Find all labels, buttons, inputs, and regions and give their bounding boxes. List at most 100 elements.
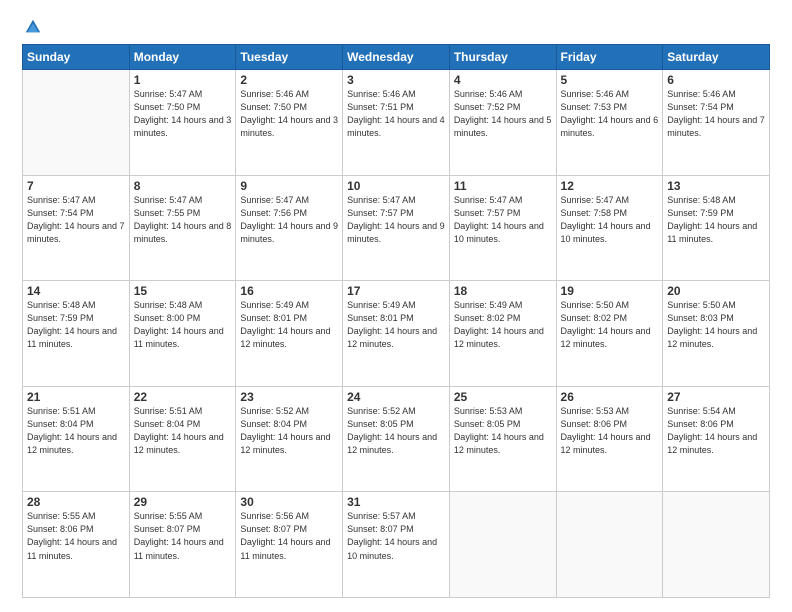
calendar-cell: 1Sunrise: 5:47 AMSunset: 7:50 PMDaylight… — [129, 70, 236, 176]
day-number: 14 — [27, 284, 125, 298]
calendar-cell: 27Sunrise: 5:54 AMSunset: 8:06 PMDayligh… — [663, 386, 770, 492]
day-info: Sunrise: 5:52 AMSunset: 8:04 PMDaylight:… — [240, 405, 338, 457]
day-info: Sunrise: 5:46 AMSunset: 7:50 PMDaylight:… — [240, 88, 338, 140]
calendar-cell: 19Sunrise: 5:50 AMSunset: 8:02 PMDayligh… — [556, 281, 663, 387]
day-number: 16 — [240, 284, 338, 298]
week-row-2: 14Sunrise: 5:48 AMSunset: 7:59 PMDayligh… — [23, 281, 770, 387]
day-number: 9 — [240, 179, 338, 193]
day-number: 15 — [134, 284, 232, 298]
day-number: 2 — [240, 73, 338, 87]
calendar-table: SundayMondayTuesdayWednesdayThursdayFrid… — [22, 44, 770, 598]
day-info: Sunrise: 5:54 AMSunset: 8:06 PMDaylight:… — [667, 405, 765, 457]
weekday-header-friday: Friday — [556, 45, 663, 70]
calendar-cell: 15Sunrise: 5:48 AMSunset: 8:00 PMDayligh… — [129, 281, 236, 387]
day-info: Sunrise: 5:47 AMSunset: 7:56 PMDaylight:… — [240, 194, 338, 246]
week-row-4: 28Sunrise: 5:55 AMSunset: 8:06 PMDayligh… — [23, 492, 770, 598]
calendar-cell: 5Sunrise: 5:46 AMSunset: 7:53 PMDaylight… — [556, 70, 663, 176]
page: SundayMondayTuesdayWednesdayThursdayFrid… — [0, 0, 792, 612]
calendar-cell: 21Sunrise: 5:51 AMSunset: 8:04 PMDayligh… — [23, 386, 130, 492]
week-row-0: 1Sunrise: 5:47 AMSunset: 7:50 PMDaylight… — [23, 70, 770, 176]
day-info: Sunrise: 5:49 AMSunset: 8:01 PMDaylight:… — [240, 299, 338, 351]
weekday-header-sunday: Sunday — [23, 45, 130, 70]
calendar-cell: 30Sunrise: 5:56 AMSunset: 8:07 PMDayligh… — [236, 492, 343, 598]
weekday-header-wednesday: Wednesday — [343, 45, 450, 70]
calendar-cell: 7Sunrise: 5:47 AMSunset: 7:54 PMDaylight… — [23, 175, 130, 281]
day-info: Sunrise: 5:53 AMSunset: 8:05 PMDaylight:… — [454, 405, 552, 457]
day-number: 29 — [134, 495, 232, 509]
calendar-cell: 9Sunrise: 5:47 AMSunset: 7:56 PMDaylight… — [236, 175, 343, 281]
calendar-cell: 8Sunrise: 5:47 AMSunset: 7:55 PMDaylight… — [129, 175, 236, 281]
day-info: Sunrise: 5:48 AMSunset: 7:59 PMDaylight:… — [667, 194, 765, 246]
calendar-cell: 6Sunrise: 5:46 AMSunset: 7:54 PMDaylight… — [663, 70, 770, 176]
day-number: 5 — [561, 73, 659, 87]
day-info: Sunrise: 5:55 AMSunset: 8:06 PMDaylight:… — [27, 510, 125, 562]
day-number: 28 — [27, 495, 125, 509]
calendar-cell: 10Sunrise: 5:47 AMSunset: 7:57 PMDayligh… — [343, 175, 450, 281]
calendar-cell: 14Sunrise: 5:48 AMSunset: 7:59 PMDayligh… — [23, 281, 130, 387]
day-info: Sunrise: 5:49 AMSunset: 8:01 PMDaylight:… — [347, 299, 445, 351]
calendar-cell: 23Sunrise: 5:52 AMSunset: 8:04 PMDayligh… — [236, 386, 343, 492]
day-number: 13 — [667, 179, 765, 193]
day-info: Sunrise: 5:46 AMSunset: 7:53 PMDaylight:… — [561, 88, 659, 140]
calendar-cell: 24Sunrise: 5:52 AMSunset: 8:05 PMDayligh… — [343, 386, 450, 492]
day-info: Sunrise: 5:47 AMSunset: 7:58 PMDaylight:… — [561, 194, 659, 246]
day-info: Sunrise: 5:52 AMSunset: 8:05 PMDaylight:… — [347, 405, 445, 457]
day-number: 21 — [27, 390, 125, 404]
week-row-1: 7Sunrise: 5:47 AMSunset: 7:54 PMDaylight… — [23, 175, 770, 281]
day-number: 11 — [454, 179, 552, 193]
weekday-header-tuesday: Tuesday — [236, 45, 343, 70]
day-number: 31 — [347, 495, 445, 509]
week-row-3: 21Sunrise: 5:51 AMSunset: 8:04 PMDayligh… — [23, 386, 770, 492]
logo-icon — [24, 18, 42, 36]
calendar-cell: 20Sunrise: 5:50 AMSunset: 8:03 PMDayligh… — [663, 281, 770, 387]
day-number: 1 — [134, 73, 232, 87]
day-number: 24 — [347, 390, 445, 404]
day-number: 22 — [134, 390, 232, 404]
calendar-cell: 2Sunrise: 5:46 AMSunset: 7:50 PMDaylight… — [236, 70, 343, 176]
calendar-cell: 3Sunrise: 5:46 AMSunset: 7:51 PMDaylight… — [343, 70, 450, 176]
weekday-header-thursday: Thursday — [449, 45, 556, 70]
day-number: 18 — [454, 284, 552, 298]
calendar-cell: 26Sunrise: 5:53 AMSunset: 8:06 PMDayligh… — [556, 386, 663, 492]
day-info: Sunrise: 5:57 AMSunset: 8:07 PMDaylight:… — [347, 510, 445, 562]
day-number: 30 — [240, 495, 338, 509]
day-info: Sunrise: 5:51 AMSunset: 8:04 PMDaylight:… — [134, 405, 232, 457]
day-number: 4 — [454, 73, 552, 87]
day-info: Sunrise: 5:51 AMSunset: 8:04 PMDaylight:… — [27, 405, 125, 457]
calendar-cell: 11Sunrise: 5:47 AMSunset: 7:57 PMDayligh… — [449, 175, 556, 281]
day-info: Sunrise: 5:47 AMSunset: 7:57 PMDaylight:… — [347, 194, 445, 246]
day-number: 27 — [667, 390, 765, 404]
day-number: 19 — [561, 284, 659, 298]
day-number: 26 — [561, 390, 659, 404]
day-info: Sunrise: 5:47 AMSunset: 7:50 PMDaylight:… — [134, 88, 232, 140]
day-info: Sunrise: 5:53 AMSunset: 8:06 PMDaylight:… — [561, 405, 659, 457]
day-number: 23 — [240, 390, 338, 404]
calendar-cell — [556, 492, 663, 598]
calendar-cell: 31Sunrise: 5:57 AMSunset: 8:07 PMDayligh… — [343, 492, 450, 598]
day-info: Sunrise: 5:49 AMSunset: 8:02 PMDaylight:… — [454, 299, 552, 351]
calendar-cell: 29Sunrise: 5:55 AMSunset: 8:07 PMDayligh… — [129, 492, 236, 598]
day-number: 6 — [667, 73, 765, 87]
day-number: 3 — [347, 73, 445, 87]
day-number: 10 — [347, 179, 445, 193]
calendar-cell: 28Sunrise: 5:55 AMSunset: 8:06 PMDayligh… — [23, 492, 130, 598]
calendar-cell: 13Sunrise: 5:48 AMSunset: 7:59 PMDayligh… — [663, 175, 770, 281]
calendar-cell: 4Sunrise: 5:46 AMSunset: 7:52 PMDaylight… — [449, 70, 556, 176]
day-info: Sunrise: 5:50 AMSunset: 8:03 PMDaylight:… — [667, 299, 765, 351]
day-info: Sunrise: 5:55 AMSunset: 8:07 PMDaylight:… — [134, 510, 232, 562]
logo — [22, 18, 42, 36]
day-number: 25 — [454, 390, 552, 404]
day-info: Sunrise: 5:56 AMSunset: 8:07 PMDaylight:… — [240, 510, 338, 562]
day-info: Sunrise: 5:47 AMSunset: 7:55 PMDaylight:… — [134, 194, 232, 246]
weekday-header-monday: Monday — [129, 45, 236, 70]
day-info: Sunrise: 5:50 AMSunset: 8:02 PMDaylight:… — [561, 299, 659, 351]
calendar-cell — [663, 492, 770, 598]
calendar-cell: 22Sunrise: 5:51 AMSunset: 8:04 PMDayligh… — [129, 386, 236, 492]
calendar-cell — [449, 492, 556, 598]
day-info: Sunrise: 5:46 AMSunset: 7:54 PMDaylight:… — [667, 88, 765, 140]
day-number: 8 — [134, 179, 232, 193]
header — [22, 18, 770, 36]
calendar-cell: 18Sunrise: 5:49 AMSunset: 8:02 PMDayligh… — [449, 281, 556, 387]
day-info: Sunrise: 5:46 AMSunset: 7:51 PMDaylight:… — [347, 88, 445, 140]
day-info: Sunrise: 5:48 AMSunset: 7:59 PMDaylight:… — [27, 299, 125, 351]
